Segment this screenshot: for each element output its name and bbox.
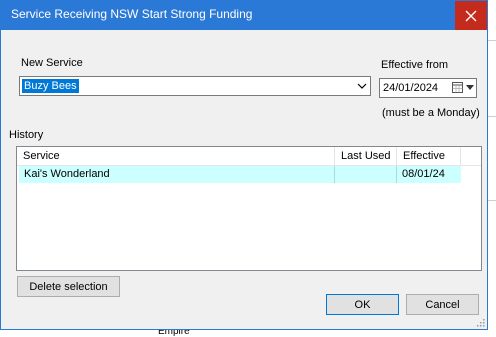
row-effective: 08/01/24 — [402, 168, 445, 180]
calendar-icon[interactable] — [452, 82, 463, 93]
title-bar[interactable]: Service Receiving NSW Start Strong Fundi… — [1, 1, 487, 30]
effective-from-datepicker[interactable]: 24/01/2024 — [379, 78, 477, 98]
close-icon — [465, 10, 477, 21]
new-service-label: New Service — [21, 57, 83, 69]
new-service-value: Buzy Bees — [22, 79, 79, 93]
history-list-header: Service Last Used Effective — [17, 147, 481, 166]
history-label: History — [9, 129, 44, 141]
delete-selection-button[interactable]: Delete selection — [17, 276, 120, 297]
row-last-used — [335, 166, 397, 183]
effective-from-value[interactable]: 24/01/2024 — [383, 82, 438, 94]
cancel-button[interactable]: Cancel — [406, 294, 479, 315]
resize-grip-icon[interactable] — [475, 317, 485, 327]
effective-from-label: Effective from — [381, 59, 449, 71]
monday-note: (must be a Monday) — [382, 107, 480, 119]
column-header-effective[interactable]: Effective — [397, 147, 461, 165]
new-service-combobox[interactable]: Buzy Bees — [19, 76, 371, 96]
chevron-down-icon[interactable] — [357, 81, 367, 91]
close-button[interactable] — [455, 1, 487, 30]
table-row[interactable]: Kai's Wonderland 08/01/24 — [19, 166, 461, 183]
background-window-edge — [488, 0, 496, 336]
column-header-service[interactable]: Service — [17, 147, 335, 165]
background-divider — [488, 200, 496, 201]
column-header-last-used[interactable]: Last Used — [335, 147, 397, 165]
row-service: Kai's Wonderland — [19, 166, 335, 183]
window-title: Service Receiving NSW Start Strong Fundi… — [11, 7, 253, 21]
background-divider — [488, 40, 496, 41]
history-list[interactable]: Service Last Used Effective Kai's Wonder… — [16, 146, 482, 271]
dropdown-arrow-icon[interactable] — [466, 85, 474, 91]
background-divider — [488, 116, 496, 117]
funding-dialog: Service Receiving NSW Start Strong Fundi… — [0, 0, 488, 330]
ok-button[interactable]: OK — [326, 294, 399, 315]
